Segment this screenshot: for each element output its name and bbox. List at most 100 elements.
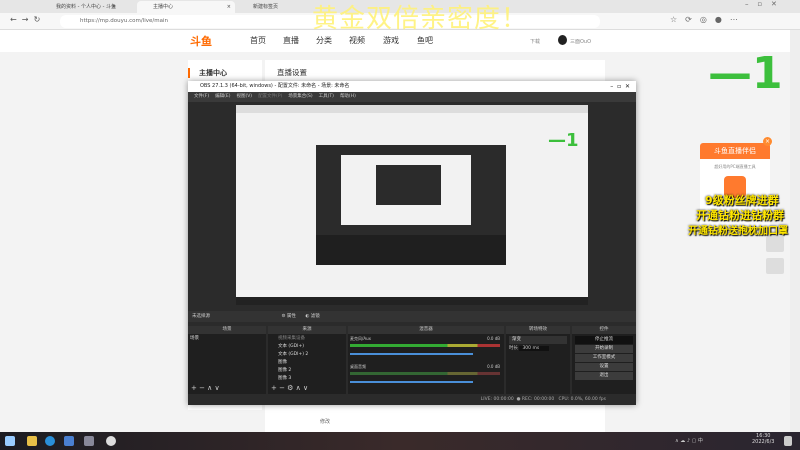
studio-mode-button[interactable]: 工作室模式 xyxy=(575,354,633,362)
taskbar: ∧ ☁ ♪ ▢ 中 16:30 2022/6/3 xyxy=(0,432,800,450)
obs-title-bar: OBS 27.1.3 (64-bit, windows) - 配置文件: 未命名… xyxy=(188,81,636,92)
duration-input[interactable]: 300 ms xyxy=(519,346,550,351)
nav-home[interactable]: 首页 xyxy=(250,35,266,46)
obs-preview[interactable]: —1 xyxy=(236,105,588,305)
nav-video[interactable]: 视频 xyxy=(349,35,365,46)
overlay-banner: 黄金双倍亲密度！ xyxy=(312,4,529,34)
dock-title: 混音器 xyxy=(348,326,504,334)
transitions-dock: 转场特效 渐变 时长 300 ms xyxy=(506,326,570,394)
window-controls[interactable]: – ▫ ✕ xyxy=(745,0,777,8)
cpu-fps: CPU: 0.0%, 60.00 fps xyxy=(558,397,607,402)
download-link[interactable]: 下载 xyxy=(530,38,540,45)
promo-title: 斗鱼直播伴侣 xyxy=(700,143,770,159)
menu-profile[interactable]: 配置文件(P) xyxy=(258,94,282,99)
settings-button[interactable]: 设置 xyxy=(575,363,633,371)
dock-title: 场景 xyxy=(188,326,266,334)
obs-title: OBS 27.1.3 (64-bit, windows) - 配置文件: 未命名… xyxy=(200,83,350,89)
close-icon[interactable]: × xyxy=(227,1,231,13)
close-icon[interactable]: × xyxy=(763,137,772,146)
no-source-label: 未选择源 xyxy=(192,314,210,319)
label: 滤镜 xyxy=(310,314,320,319)
scene-item[interactable]: 场景 xyxy=(188,335,266,343)
menu-scene-collection[interactable]: 场景集合(S) xyxy=(288,94,312,99)
tab-profile[interactable]: 我的资料 - 个人中心 - 斗鱼 × xyxy=(40,1,120,13)
exit-button[interactable]: 退出 xyxy=(575,372,633,380)
volume-slider[interactable] xyxy=(350,381,473,383)
start-recording-button[interactable]: 开始录制 xyxy=(575,345,633,353)
duration-label: 时长 xyxy=(509,346,518,351)
dock-title: 控件 xyxy=(572,326,636,334)
source-item[interactable]: 图像 xyxy=(276,359,346,367)
volume-slider[interactable] xyxy=(350,353,473,355)
source-item[interactable]: 文本 (GDI+) 2 xyxy=(276,351,346,359)
filters-button[interactable]: ◐ 滤镜 xyxy=(305,314,319,319)
close-icon[interactable]: × xyxy=(112,1,116,13)
tray-icons[interactable]: ∧ ☁ ♪ ▢ 中 xyxy=(675,437,703,444)
nav-category[interactable]: 分类 xyxy=(316,35,332,46)
sources-dock: 来源 视频采集设备 文本 (GDI+) 文本 (GDI+) 2 图像 图像 2 … xyxy=(268,326,346,394)
dock-title: 转场特效 xyxy=(506,326,570,334)
overlay-line: 开通钻粉送抱枕加口罩 xyxy=(688,226,788,237)
modify-button[interactable]: 修改 xyxy=(320,418,330,425)
sidebar-title[interactable]: 主播中心 xyxy=(188,68,262,78)
douyu-logo[interactable]: 斗鱼 xyxy=(190,33,212,49)
menu-view[interactable]: 视图(V) xyxy=(236,94,252,99)
promo-subtitle: 超好用的PC端直播工具 xyxy=(714,164,756,169)
notification-icon[interactable] xyxy=(784,436,792,446)
stop-streaming-button[interactable]: 停止推流 xyxy=(575,336,633,344)
menu-help[interactable]: 帮助(H) xyxy=(340,94,356,99)
source-item[interactable]: 视频采集设备 xyxy=(276,335,346,343)
edge-icon[interactable] xyxy=(45,436,55,446)
file-explorer-icon[interactable] xyxy=(27,436,37,446)
window-controls[interactable]: – ▫ ✕ xyxy=(610,81,630,92)
properties-button[interactable]: ⚙ 属性 xyxy=(281,314,295,319)
nav-games[interactable]: 游戏 xyxy=(383,35,399,46)
mixer-channel-mic: 麦克风/Aux 0.0 dB xyxy=(350,336,500,355)
label: 属性 xyxy=(286,314,296,319)
overlay-line: 开通钻粉进钻粉群 xyxy=(696,209,784,222)
menu-tools[interactable]: 工具(T) xyxy=(319,94,334,99)
robot-icon[interactable] xyxy=(766,258,784,274)
rec-time: REC: 00:00:00 xyxy=(521,397,555,402)
overlay-line: 9级粉丝牌进群 xyxy=(705,194,779,207)
start-icon[interactable] xyxy=(5,436,15,446)
mixer-channel-desktop: 桌面音频 0.0 dB xyxy=(350,364,500,383)
mixer-dock: 混音器 麦克风/Aux 0.0 dB 桌面音频 0.0 dB xyxy=(348,326,504,394)
clock[interactable]: 16:30 2022/6/3 xyxy=(752,433,774,445)
app-icon[interactable] xyxy=(64,436,74,446)
transition-select[interactable]: 渐变 xyxy=(509,336,567,344)
channel-db: 0.0 dB xyxy=(487,336,500,341)
username[interactable]: 三面OuO xyxy=(570,38,591,45)
avatar[interactable] xyxy=(558,35,567,45)
source-toolbar: 未选择源 ⚙ 属性 ◐ 滤镜 xyxy=(188,311,636,322)
menu-edit[interactable]: 编辑(E) xyxy=(215,94,230,99)
source-item[interactable]: 文本 (GDI+) xyxy=(276,343,346,351)
nav-fishbar[interactable]: 鱼吧 xyxy=(417,35,433,46)
browser-toolbar-icons[interactable]: ☆⟳◎●⋯ xyxy=(670,15,746,24)
tab-label: 我的资料 - 个人中心 - 斗鱼 xyxy=(56,4,116,10)
dock-title: 来源 xyxy=(268,326,346,334)
controls-dock: 控件 停止推流 开始录制 工作室模式 设置 退出 xyxy=(572,326,636,394)
home-icon[interactable] xyxy=(766,236,784,252)
channel-name: 麦克风/Aux xyxy=(350,336,371,341)
source-controls[interactable]: + − ⚙ ∧ ∨ xyxy=(271,384,308,392)
nested-counter: —1 xyxy=(548,130,579,151)
nav-buttons[interactable]: ← → ↻ xyxy=(10,15,40,24)
obs-window: OBS 27.1.3 (64-bit, windows) - 配置文件: 未命名… xyxy=(188,81,636,405)
app-icon[interactable] xyxy=(84,436,94,446)
live-time: LIVE: 00:00:00 xyxy=(480,397,514,402)
source-item[interactable]: 图像 3 xyxy=(276,375,346,383)
date: 2022/6/3 xyxy=(752,439,775,445)
obs-menu-bar: 文件(F) 编辑(E) 视图(V) 配置文件(P) 场景集合(S) 工具(T) 帮助(H) xyxy=(188,92,636,102)
tab-label: 新建标签页 xyxy=(253,4,279,10)
channel-name: 桌面音频 xyxy=(350,364,366,369)
menu-file[interactable]: 文件(F) xyxy=(194,94,209,99)
scene-controls[interactable]: + − ∧ ∨ xyxy=(191,384,220,392)
tab-anchor-center[interactable]: 主播中心 × xyxy=(137,1,235,13)
nav-live[interactable]: 直播 xyxy=(283,35,299,46)
page-scrollbar[interactable] xyxy=(790,30,800,432)
page-title: 直播设置 xyxy=(277,68,307,77)
obs-icon[interactable] xyxy=(106,436,116,446)
nested-obs-preview xyxy=(316,145,506,265)
source-item[interactable]: 图像 2 xyxy=(276,367,346,375)
